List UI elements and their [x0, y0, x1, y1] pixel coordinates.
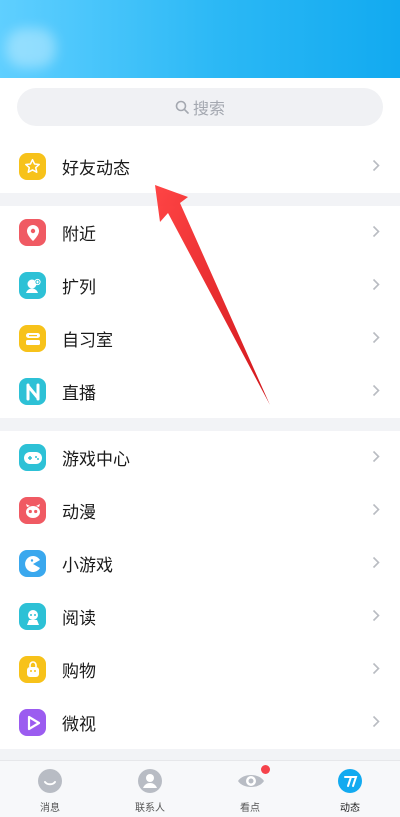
notification-badge	[261, 765, 270, 774]
play-icon	[19, 709, 46, 736]
section-social: 附近 扩列 自习室 直播	[0, 206, 400, 418]
pacman-icon	[19, 550, 46, 577]
list-item-mini-games[interactable]: 小游戏	[0, 537, 400, 590]
live-icon	[19, 378, 46, 405]
chevron-right-icon	[372, 450, 380, 463]
list-item-label: 好友动态	[62, 159, 130, 179]
list-item-label: 动漫	[62, 503, 96, 523]
search-placeholder: 搜索	[192, 99, 225, 118]
list-item-label: 微视	[62, 715, 96, 735]
list-item-reading[interactable]: 阅读	[0, 590, 400, 643]
search-input[interactable]: 搜索	[17, 88, 383, 126]
list-item-label: 小游戏	[62, 556, 113, 576]
location-pin-icon	[19, 219, 46, 246]
list-item-label: 附近	[62, 225, 96, 245]
tab-messages[interactable]: 消息	[10, 761, 90, 817]
chevron-right-icon	[372, 225, 380, 238]
section-friends: 好友动态	[0, 140, 400, 193]
shopping-icon	[19, 656, 46, 683]
person-plus-icon	[19, 272, 46, 299]
list-item-label: 自习室	[62, 331, 113, 351]
list-item-label: 游戏中心	[62, 450, 130, 470]
tab-label: 看点	[240, 803, 260, 814]
reading-icon	[19, 603, 46, 630]
search-icon	[175, 100, 189, 114]
list-item-anime[interactable]: 动漫	[0, 484, 400, 537]
tab-label: 动态	[340, 803, 360, 814]
top-header	[0, 0, 400, 78]
list-item-live[interactable]: 直播	[0, 365, 400, 418]
avatar[interactable]	[6, 28, 56, 68]
gamepad-icon	[19, 444, 46, 471]
list-item-nearby[interactable]: 附近	[0, 206, 400, 259]
bottom-tab-bar: 消息 联系人 看点 动态	[0, 760, 400, 817]
tab-label: 消息	[40, 803, 60, 814]
list-item-label: 阅读	[62, 609, 96, 629]
list-item-label: 扩列	[62, 278, 96, 298]
anime-icon	[19, 497, 46, 524]
list-item-study-room[interactable]: 自习室	[0, 312, 400, 365]
chevron-right-icon	[372, 662, 380, 675]
list-item-friends-feed[interactable]: 好友动态	[0, 140, 400, 193]
chevron-right-icon	[372, 331, 380, 344]
section-entertainment: 游戏中心 动漫 小游戏 阅读 购物 微视	[0, 431, 400, 749]
search-container: 搜索	[0, 78, 400, 140]
eye-icon	[236, 765, 270, 795]
chevron-right-icon	[372, 278, 380, 291]
list-item-label: 购物	[62, 662, 96, 682]
tab-moments[interactable]: 动态	[310, 761, 390, 817]
list-item-label: 直播	[62, 384, 96, 404]
list-item-weishi[interactable]: 微视	[0, 696, 400, 749]
chevron-right-icon	[372, 503, 380, 516]
tab-kandian[interactable]: 看点	[210, 761, 290, 817]
tab-label: 联系人	[135, 803, 165, 814]
list-item-game-center[interactable]: 游戏中心	[0, 431, 400, 484]
moments-icon	[336, 767, 364, 795]
study-room-icon	[19, 325, 46, 352]
list-item-expand[interactable]: 扩列	[0, 259, 400, 312]
star-icon	[19, 153, 46, 180]
chevron-right-icon	[372, 384, 380, 397]
chevron-right-icon	[372, 159, 380, 172]
chevron-right-icon	[372, 715, 380, 728]
chevron-right-icon	[372, 556, 380, 569]
tab-contacts[interactable]: 联系人	[110, 761, 190, 817]
message-icon	[36, 767, 64, 795]
list-item-shopping[interactable]: 购物	[0, 643, 400, 696]
chevron-right-icon	[372, 609, 380, 622]
contacts-icon	[136, 767, 164, 795]
